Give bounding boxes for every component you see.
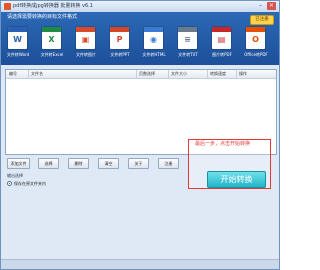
convert-to-ppt-label: 文件转PPT <box>110 52 130 57</box>
img-to-pdf-glyph: ▤ <box>217 35 226 44</box>
convert-to-excel-label: 文件转Excel <box>40 52 64 57</box>
txt-icon: ≡ <box>178 27 197 49</box>
convert-to-txt-label: 文件转TXT <box>178 52 198 57</box>
excel-glyph: X <box>48 35 55 44</box>
add-files-button[interactable]: 添加文件 <box>7 158 30 169</box>
registered-badge[interactable]: 已注册 <box>250 15 274 25</box>
txt-glyph: ≡ <box>184 35 191 44</box>
column-divider <box>207 70 208 78</box>
image-to-pdf-button[interactable]: ▤ 图片转PDF <box>209 27 235 63</box>
excel-icon: X <box>42 27 61 49</box>
about-button[interactable]: 关于 <box>128 158 149 169</box>
convert-to-word-label: 文件转Word <box>6 52 30 57</box>
format-instruction: 请选择需要转换的目标文件格式 <box>7 14 78 20</box>
office-to-pdf-glyph: O <box>252 35 259 44</box>
html-glyph: ◉ <box>150 35 157 44</box>
column-speed[interactable]: 转换速度 <box>210 70 226 78</box>
convert-to-ppt-button[interactable]: P 文件转PPT <box>107 27 133 63</box>
start-conversion-button[interactable]: 开始转换 <box>207 171 266 188</box>
convert-to-html-label: 文件转HTML <box>142 52 166 57</box>
img-to-pdf-icon: ▤ <box>212 27 231 49</box>
office-to-pdf-button[interactable]: O Office转PDF <box>243 27 269 63</box>
convert-to-image-button[interactable]: ▣ 文件转图片 <box>73 27 99 63</box>
callout-hint: 最后一步，点击开始转换 <box>195 141 251 147</box>
format-header: 请选择需要转换的目标文件格式 已注册 W 文件转Word X 文件转Excel … <box>1 12 279 65</box>
delete-button[interactable]: 删除 <box>68 158 89 169</box>
column-filename[interactable]: 文件名 <box>31 70 43 78</box>
convert-to-txt-button[interactable]: ≡ 文件转TXT <box>175 27 201 63</box>
column-divider <box>28 70 29 78</box>
convert-to-excel-button[interactable]: X 文件转Excel <box>39 27 65 63</box>
clear-button[interactable]: 清空 <box>98 158 119 169</box>
word-glyph: W <box>13 35 22 44</box>
save-in-source-folder-radio[interactable] <box>7 181 12 186</box>
convert-to-html-button[interactable]: ◉ 文件转HTML <box>141 27 167 63</box>
image-to-pdf-label: 图片转PDF <box>212 52 232 57</box>
column-number[interactable]: 编号 <box>9 70 17 78</box>
column-divider <box>236 70 237 78</box>
file-list-header: 编号 文件名 页数选择 文件大小 转换速度 操作 <box>6 70 276 79</box>
column-action[interactable]: 操作 <box>239 70 247 78</box>
register-button[interactable]: 注册 <box>158 158 179 169</box>
window-title: pdf转换成jpg转换器 批量转换 v6.1 <box>13 3 93 9</box>
html-icon: ◉ <box>144 27 163 49</box>
app-window: pdf转换成jpg转换器 批量转换 v6.1 – × 请选择需要转换的目标文件格… <box>0 0 280 270</box>
column-divider <box>168 70 169 78</box>
convert-to-image-label: 文件转图片 <box>76 52 96 57</box>
ppt-icon: P <box>110 27 129 49</box>
column-divider <box>136 70 137 78</box>
office-to-pdf-label: Office转PDF <box>244 52 268 57</box>
word-icon: W <box>8 27 27 49</box>
column-page-selection[interactable]: 页数选择 <box>139 70 155 78</box>
image-icon: ▣ <box>76 27 95 49</box>
status-bar <box>1 259 279 269</box>
office-to-pdf-icon: O <box>246 27 265 49</box>
app-logo-icon <box>4 3 11 10</box>
close-button[interactable]: × <box>267 2 276 10</box>
ppt-glyph: P <box>116 35 123 44</box>
save-in-source-folder-label[interactable]: 保存在原文件夹内 <box>14 179 46 188</box>
convert-to-word-button[interactable]: W 文件转Word <box>5 27 31 63</box>
minimize-button[interactable]: – <box>256 2 265 10</box>
column-file-size[interactable]: 文件大小 <box>171 70 187 78</box>
image-glyph: ▣ <box>81 35 90 44</box>
select-button[interactable]: 选择 <box>38 158 59 169</box>
